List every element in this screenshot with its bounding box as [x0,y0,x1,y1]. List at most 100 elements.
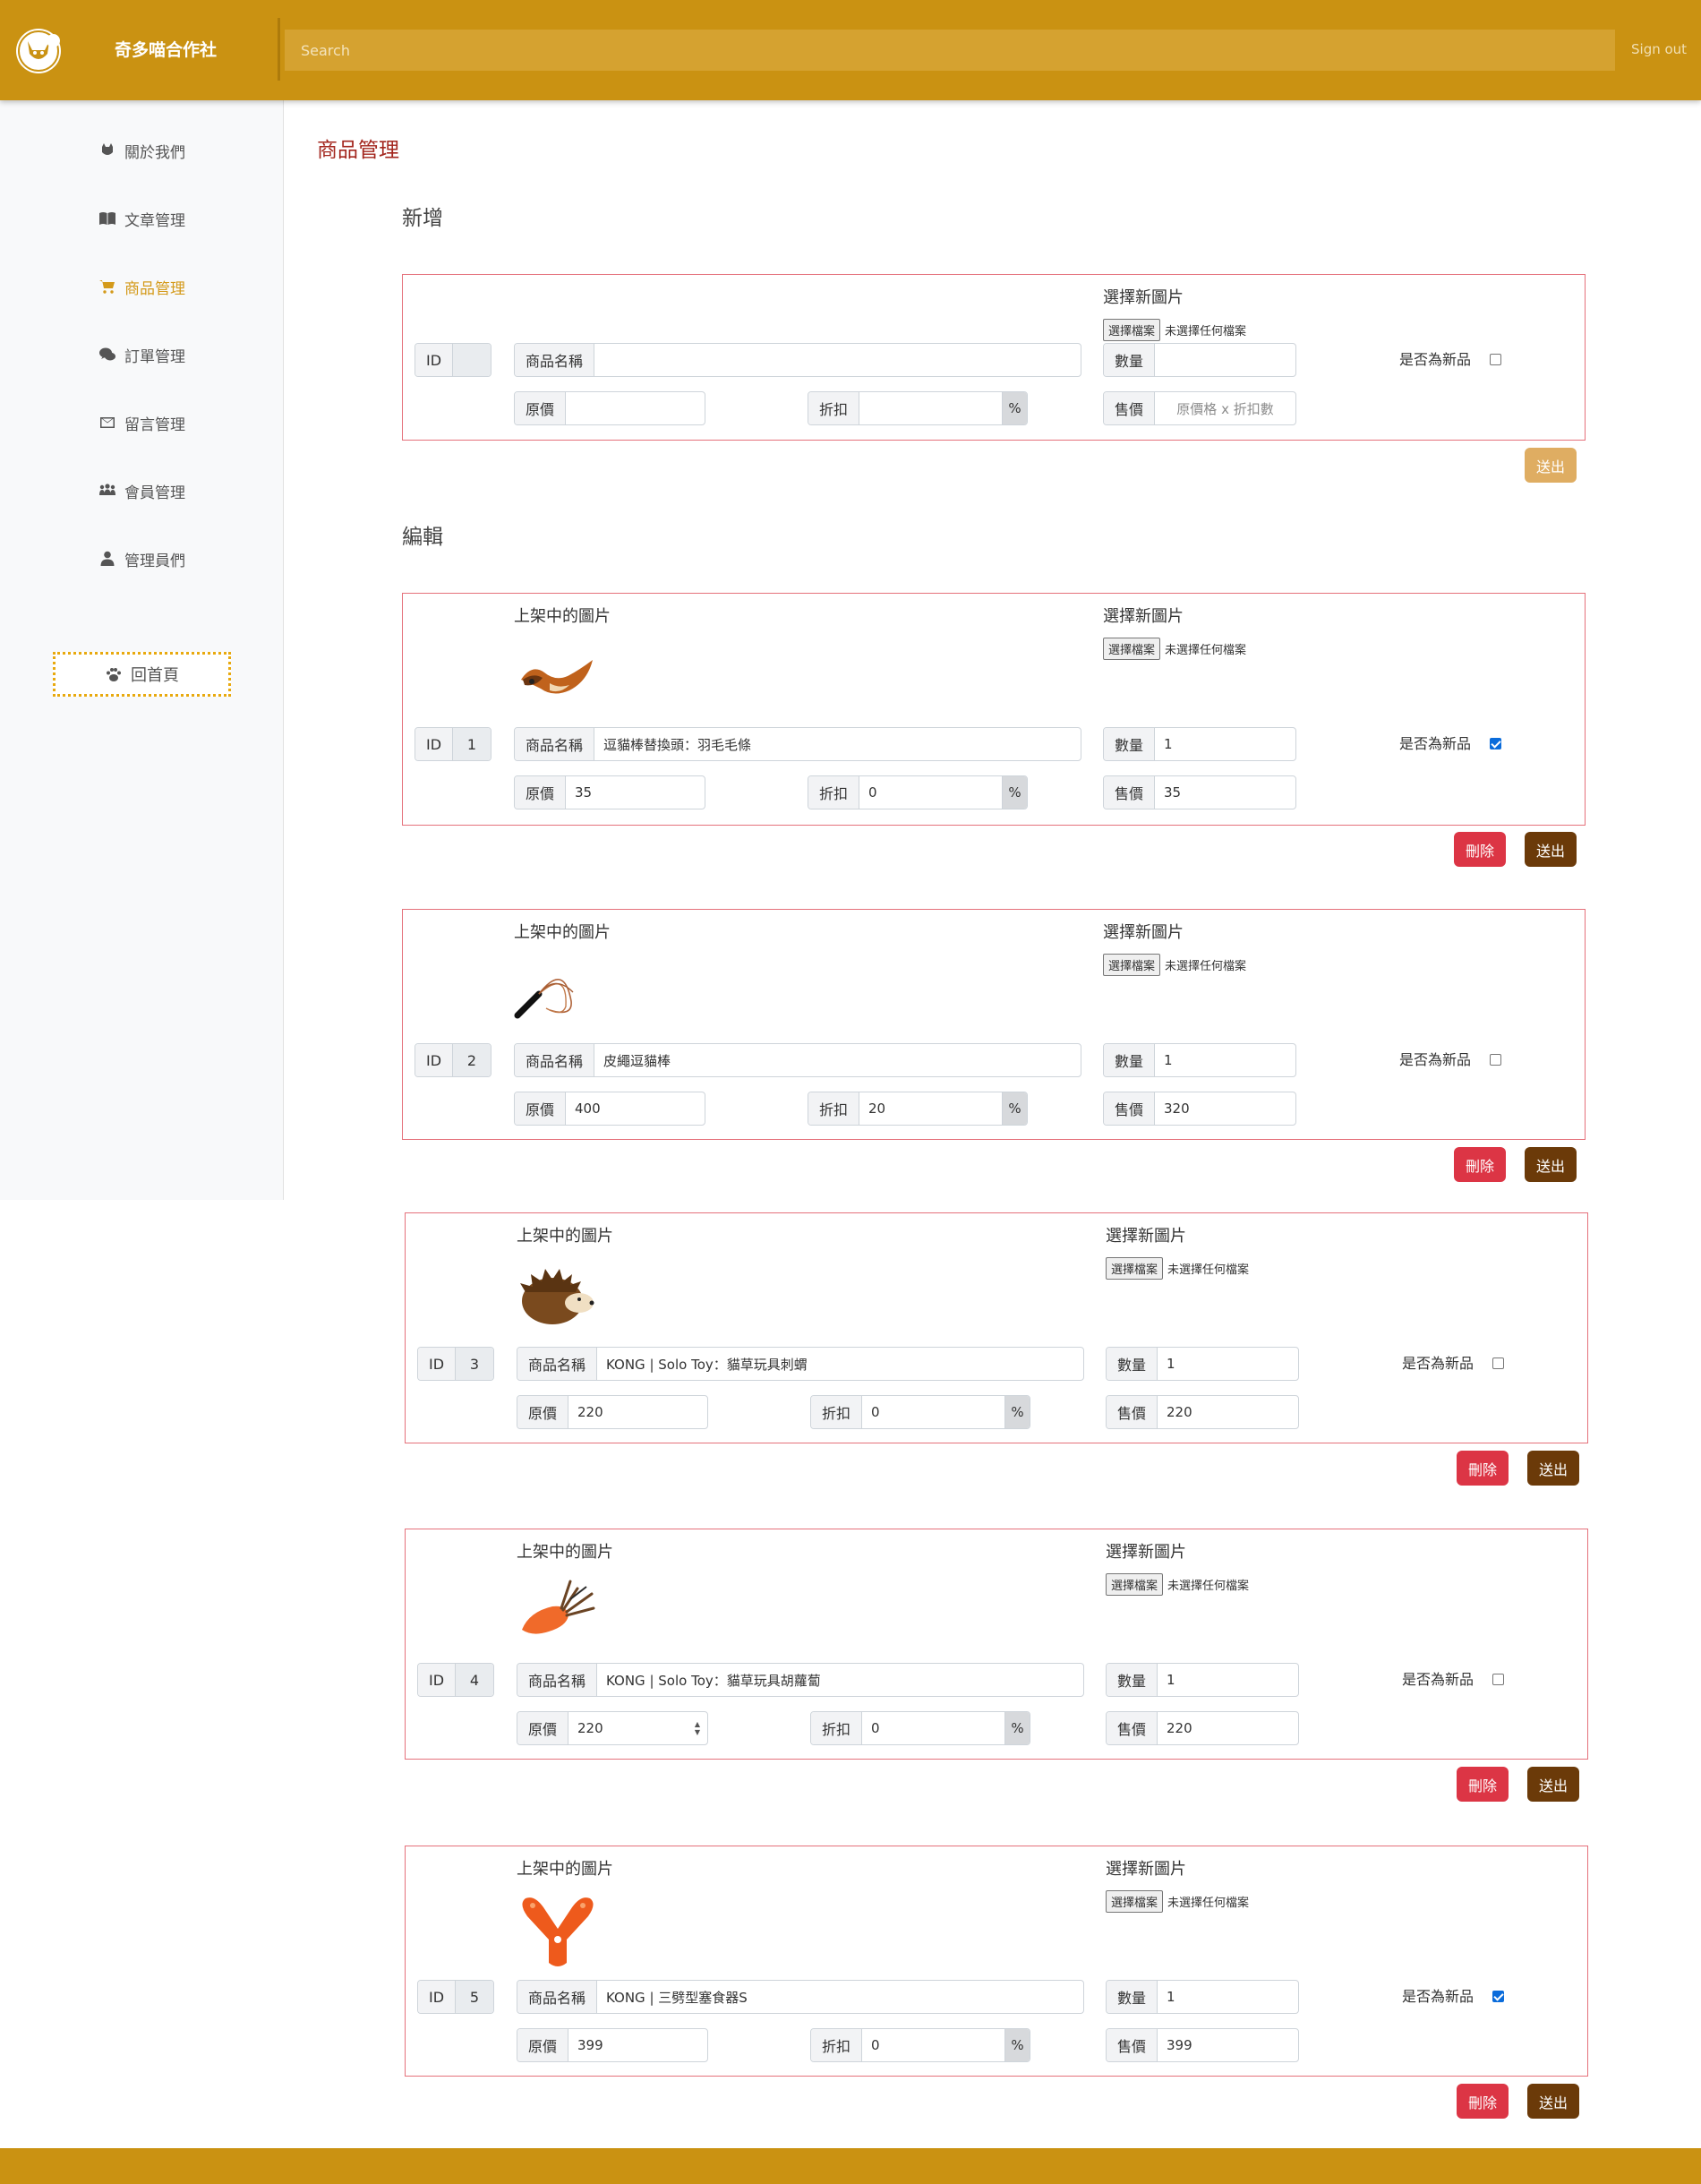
choose-file-button[interactable]: 選擇檔案 [1106,1572,1164,1596]
is-new-checkbox[interactable] [1492,1674,1504,1685]
quantity-value[interactable]: 1 [1158,1981,1298,2013]
sidebar-item-products[interactable]: 商品管理 [0,269,284,304]
sidebar-item-orders[interactable]: 訂單管理 [0,337,284,373]
quantity-label: 數量 [1104,344,1156,376]
comments-dollar-icon [99,347,115,361]
price-value[interactable]: 399 [568,2029,707,2061]
sale-price-label: 售價 [1104,1092,1156,1125]
is-new-checkbox[interactable] [1492,1991,1504,2002]
choose-file-button[interactable]: 選擇檔案 [1106,1256,1164,1280]
quantity-field[interactable]: 數量 1 [1103,727,1296,761]
price-field[interactable]: 原價 220 [517,1395,708,1429]
quantity-field[interactable]: 數量 1 [1106,1663,1299,1697]
file-input[interactable]: 選擇檔案 未選擇任何檔案 [1106,1572,1249,1596]
sidebar-item-members[interactable]: 會員管理 [0,473,284,509]
submit-button[interactable]: 送出 [1525,1147,1577,1182]
id-value: 5 [456,1981,493,2013]
sidebar-item-articles[interactable]: 文章管理 [0,201,284,236]
quantity-value[interactable] [1155,344,1295,376]
quantity-value[interactable]: 1 [1155,1044,1295,1076]
price-field[interactable]: 原價 35 [514,775,705,809]
delete-button[interactable]: 刪除 [1454,1147,1506,1182]
file-input[interactable]: 選擇檔案 未選擇任何檔案 [1103,953,1246,976]
quantity-field[interactable]: 數量 1 [1106,1347,1299,1381]
file-input[interactable]: 選擇檔案 未選擇任何檔案 [1103,637,1246,660]
product-name-value[interactable] [594,344,1081,376]
discount-value[interactable] [859,392,1002,424]
sidebar-item-messages[interactable]: 留言管理 [0,405,284,441]
file-input[interactable]: 選擇檔案 未選擇任何檔案 [1106,1889,1249,1913]
quantity-field[interactable]: 數量 1 [1106,1980,1299,2014]
sale-price-label: 售價 [1104,392,1156,424]
discount-field[interactable]: 折扣 20 % [808,1092,1028,1126]
price-field[interactable]: 原價 220 ▲ ▼ [517,1711,708,1745]
delete-button[interactable]: 刪除 [1457,1451,1509,1486]
is-new-checkbox[interactable] [1490,1054,1501,1066]
choose-file-button[interactable]: 選擇檔案 [1103,318,1161,341]
discount-field[interactable]: 折扣 0 % [810,1711,1030,1745]
search-input[interactable] [285,30,1615,71]
product-name-field[interactable]: 商品名稱 [514,343,1081,377]
product-name-value[interactable]: KONG | Solo Toy：貓草玩具刺蝟 [597,1348,1083,1380]
choose-image-label: 選擇新圖片 [1103,288,1184,307]
submit-button[interactable]: 送出 [1527,1451,1579,1486]
submit-button[interactable]: 送出 [1525,832,1577,867]
file-input[interactable]: 選擇檔案 未選擇任何檔案 [1106,1256,1250,1280]
sidebar-item-about[interactable]: 關於我們 [0,133,284,168]
file-input[interactable]: 選擇檔案 未選擇任何檔案 [1103,318,1246,341]
product-name-field[interactable]: 商品名稱 KONG | 三劈型塞食器S [517,1980,1084,2014]
choose-file-button[interactable]: 選擇檔案 [1103,637,1161,660]
quantity-value[interactable]: 1 [1155,728,1295,760]
discount-value[interactable]: 20 [859,1092,1002,1125]
sidebar-item-admins[interactable]: 管理員們 [0,541,284,577]
delete-button[interactable]: 刪除 [1457,2084,1509,2119]
submit-button[interactable]: 送出 [1527,1767,1579,1802]
percent-suffix: % [1002,776,1027,809]
is-new-checkbox[interactable] [1492,1358,1504,1369]
discount-field[interactable]: 折扣 0 % [810,2028,1030,2062]
quantity-field[interactable]: 數量 1 [1103,1043,1296,1077]
discount-value[interactable]: 0 [862,1396,1004,1428]
brand-name[interactable]: 奇多喵合作社 [100,38,231,63]
price-field[interactable]: 原價 399 [517,2028,708,2062]
product-name-field[interactable]: 商品名稱 KONG | Solo Toy：貓草玩具刺蝟 [517,1347,1084,1381]
price-value[interactable]: 220 [568,1396,707,1428]
discount-value[interactable]: 0 [862,1712,1004,1744]
price-value[interactable]: 400 [566,1092,705,1125]
product-name-field[interactable]: 商品名稱 皮繩逗貓棒 [514,1043,1081,1077]
number-spinner-icon[interactable]: ▲ ▼ [691,1712,704,1744]
price-value[interactable] [566,392,705,424]
back-home-button[interactable]: 回首頁 [53,652,231,697]
current-image-label: 上架中的圖片 [514,923,611,942]
top-navbar: 奇多喵合作社 Sign out [0,0,1701,100]
choose-file-button[interactable]: 選擇檔案 [1106,1889,1164,1913]
quantity-value[interactable]: 1 [1158,1664,1298,1696]
quantity-value[interactable]: 1 [1158,1348,1298,1380]
discount-value[interactable]: 0 [859,776,1002,809]
sale-price-value: 320 [1164,1101,1190,1117]
is-new-checkbox[interactable] [1490,738,1501,749]
price-value[interactable]: 220 [568,1712,691,1744]
product-name-value[interactable]: 皮繩逗貓棒 [594,1044,1081,1076]
quantity-field[interactable]: 數量 [1103,343,1296,377]
price-value[interactable]: 35 [566,776,705,809]
product-name-field[interactable]: 商品名稱 逗貓棒替換頭：羽毛毛條 [514,727,1081,761]
choose-file-button[interactable]: 選擇檔案 [1103,953,1161,976]
product-name-value[interactable]: 逗貓棒替換頭：羽毛毛條 [594,728,1081,760]
product-name-field[interactable]: 商品名稱 KONG | Solo Toy：貓草玩具胡蘿蔔 [517,1663,1084,1697]
price-field[interactable]: 原價 400 [514,1092,705,1126]
product-name-value[interactable]: KONG | 三劈型塞食器S [597,1981,1083,2013]
price-field[interactable]: 原價 [514,391,705,425]
discount-field[interactable]: 折扣 0 % [810,1395,1030,1429]
sign-out-link[interactable]: Sign out [1631,39,1687,59]
discount-value[interactable]: 0 [862,2029,1004,2061]
is-new-checkbox[interactable] [1490,354,1501,365]
add-submit-button[interactable]: 送出 [1525,448,1577,483]
submit-button[interactable]: 送出 [1527,2084,1579,2119]
delete-button[interactable]: 刪除 [1457,1767,1509,1802]
discount-field[interactable]: 折扣 % [808,391,1028,425]
product-name-value[interactable]: KONG | Solo Toy：貓草玩具胡蘿蔔 [597,1664,1083,1696]
delete-button[interactable]: 刪除 [1454,832,1506,867]
discount-field[interactable]: 折扣 0 % [808,775,1028,809]
file-status: 未選擇任何檔案 [1167,1263,1250,1277]
